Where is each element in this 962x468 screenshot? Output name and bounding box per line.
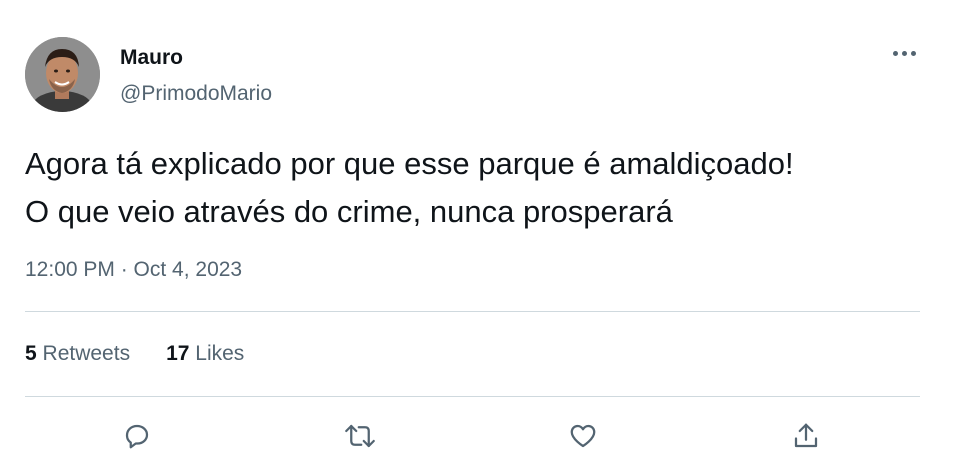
tweet-text-line: O que veio através do crime, nunca prosp…	[25, 194, 673, 229]
divider	[25, 396, 920, 397]
divider	[25, 311, 920, 312]
retweets-stat[interactable]: 5 Retweets	[25, 342, 130, 366]
retweets-label: Retweets	[42, 342, 131, 365]
reply-icon[interactable]	[119, 418, 155, 454]
share-icon[interactable]	[788, 418, 824, 454]
more-options-icon[interactable]	[884, 38, 924, 68]
engagement-stats: 5 Retweets 17 Likes	[25, 342, 244, 366]
retweets-count: 5	[25, 342, 37, 365]
dot	[892, 50, 898, 56]
dot	[910, 50, 916, 56]
dot	[901, 50, 907, 56]
tweet-text-line: Agora tá explicado por que esse parque é…	[25, 146, 794, 181]
tweet-text: Agora tá explicado por que esse parque é…	[25, 140, 925, 236]
display-name[interactable]: Mauro	[120, 46, 183, 70]
like-icon[interactable]	[565, 418, 601, 454]
likes-stat[interactable]: 17 Likes	[166, 342, 244, 366]
retweet-icon[interactable]	[342, 418, 378, 454]
avatar[interactable]	[25, 37, 100, 112]
likes-label: Likes	[195, 342, 245, 365]
user-handle[interactable]: @PrimodoMario	[120, 82, 272, 106]
tweet-timestamp[interactable]: 12:00 PM · Oct 4, 2023	[25, 258, 242, 282]
likes-count: 17	[166, 342, 190, 365]
tweet-card: Mauro @PrimodoMario Agora tá explicado p…	[0, 0, 962, 468]
